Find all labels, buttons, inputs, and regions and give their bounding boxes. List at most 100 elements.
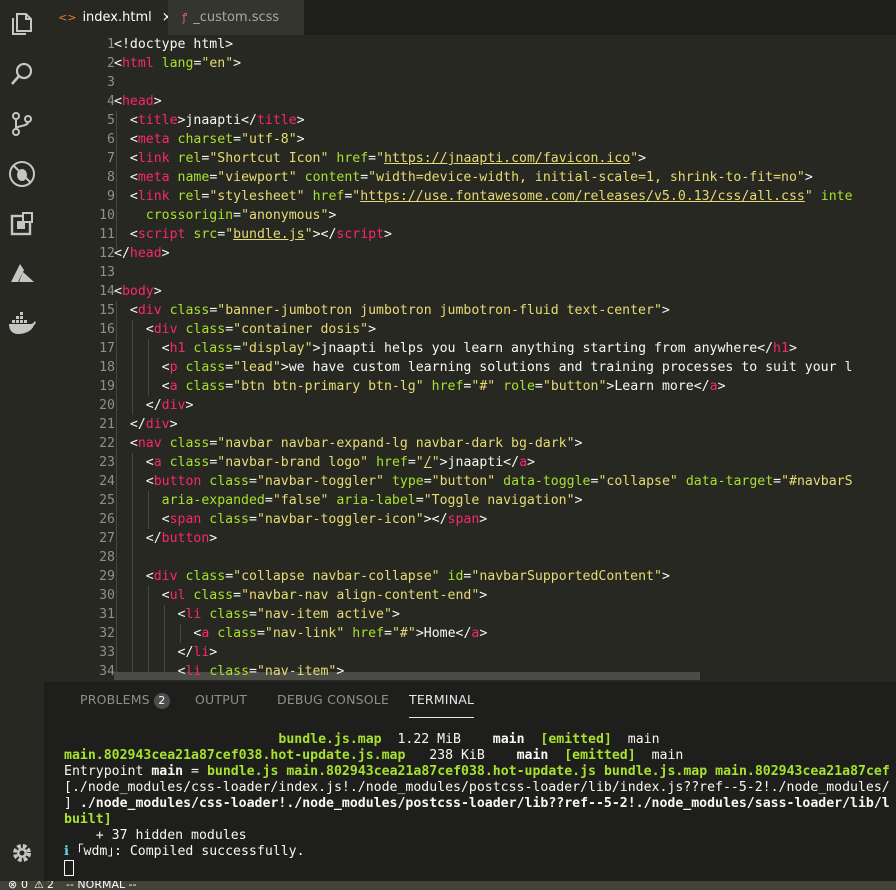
code-line[interactable]: 14 <body> — [44, 282, 896, 301]
code-line[interactable]: 24 <button class="navbar-toggler" type="… — [44, 472, 896, 491]
tab-terminal[interactable]: TERMINAL — [409, 692, 475, 718]
code-text: aria-expanded="false" aria-label="Toggle… — [161, 493, 583, 508]
line-number: 23 — [99, 455, 115, 470]
code-text: <link rel="Shortcut Icon" href="https://… — [114, 151, 647, 166]
code-line[interactable]: 21 </div> — [44, 415, 896, 434]
code-line[interactable]: 22 <nav class="navbar navbar-expand-lg n… — [44, 434, 896, 453]
code-editor[interactable]: 1 <!doctype html> 2 <html lang="en"> 3 4 <head… — [44, 35, 896, 682]
line-number: 27 — [99, 531, 115, 546]
line-number: 16 — [99, 322, 115, 337]
code-line[interactable]: 1 <!doctype html> — [44, 35, 896, 54]
tab-custom-scss[interactable]: ꝭ _custom.scss — [168, 0, 304, 35]
line-number: 8 — [107, 170, 115, 185]
code-text: <h1 class="display">jnaapti helps you le… — [114, 341, 797, 356]
code-line[interactable]: 6 <meta charset="utf-8"> — [44, 130, 896, 149]
line-number: 14 — [99, 284, 115, 299]
line-number: 7 — [107, 151, 115, 166]
code-line[interactable]: 17 <h1 class="display">jnaapti helps you… — [44, 339, 896, 358]
code-line[interactable]: 2 <html lang="en"> — [44, 54, 896, 73]
line-number: 32 — [99, 626, 115, 641]
code-text: <ul class="navbar-nav align-content-end"… — [114, 588, 488, 603]
line-number: 33 — [99, 645, 115, 660]
error-icon[interactable]: ⊗ — [8, 881, 17, 890]
code-text: <link rel="stylesheet" href="https://use… — [114, 189, 853, 204]
code-text: <div class="banner-jumbotron jumbotron j… — [114, 303, 670, 318]
code-line[interactable]: 32 <a class="nav-link" href="#">Home</a> — [44, 624, 896, 643]
line-number: 12 — [99, 246, 115, 261]
status-bar: ⊗ 0 ⚠ 2 -- NORMAL -- — [0, 881, 896, 890]
terminal-output[interactable]: bundle.js.map 1.22 MiB main [emitted] ma… — [64, 732, 890, 876]
tab-output[interactable]: OUTPUT — [195, 692, 247, 707]
code-line[interactable]: 9 <link rel="stylesheet" href="https://u… — [44, 187, 896, 206]
files-icon[interactable] — [7, 9, 37, 39]
tab-debug-console[interactable]: DEBUG CONSOLE — [277, 692, 389, 707]
line-number: 10 — [99, 208, 115, 223]
code-line[interactable]: 18 <p class="lead">we have custom learni… — [44, 358, 896, 377]
code-text: <body> — [114, 284, 162, 299]
code-text: <a class="nav-link" href="#">Home</a> — [114, 626, 488, 641]
code-line[interactable]: 5 <title>jnaapti</title> — [44, 111, 896, 130]
code-line[interactable]: 20 </div> — [44, 396, 896, 415]
code-line[interactable]: 4 <head> — [44, 92, 896, 111]
debug-icon[interactable] — [7, 159, 37, 189]
extensions-icon[interactable] — [7, 209, 37, 239]
line-number: 3 — [107, 75, 115, 90]
code-line[interactable]: 19 <a class="btn btn-primary btn-lg" hre… — [44, 377, 896, 396]
code-line[interactable]: 16 <div class="container dosis"> — [44, 320, 896, 339]
code-text: <li class="nav-item"> — [114, 664, 345, 679]
code-line[interactable]: 13 — [44, 263, 896, 282]
code-line[interactable]: 15 <div class="banner-jumbotron jumbotro… — [44, 301, 896, 320]
code-line[interactable]: 34 <li class="nav-item"> — [44, 662, 896, 681]
code-text: <meta name="viewport" content="width=dev… — [114, 170, 813, 185]
code-line[interactable]: 29 <div class="collapse navbar-collapse"… — [44, 567, 896, 586]
line-number: 5 — [107, 113, 115, 128]
docker-icon[interactable] — [7, 309, 37, 339]
code-line[interactable]: 33 </li> — [44, 643, 896, 662]
code-line[interactable]: 23 <a class="navbar-brand logo" href="/"… — [44, 453, 896, 472]
code-line[interactable]: 3 — [44, 73, 896, 92]
line-number: 24 — [99, 474, 115, 489]
code-line[interactable]: 31 <li class="nav-item active"> — [44, 605, 896, 624]
code-line[interactable]: 12 </head> — [44, 244, 896, 263]
code-text: <a class="btn btn-primary btn-lg" href="… — [114, 379, 726, 394]
code-line[interactable]: 27 </button> — [44, 529, 896, 548]
terminal-line: + 37 hidden modules — [64, 828, 247, 843]
code-line[interactable]: 8 <meta name="viewport" content="width=d… — [44, 168, 896, 187]
code-line[interactable]: 26 <span class="navbar-toggler-icon"></s… — [44, 510, 896, 529]
code-text: <button class="navbar-toggler" type="but… — [114, 474, 853, 489]
terminal-line: ] ./node_modules/css-loader!./node_modul… — [64, 796, 890, 811]
source-control-icon[interactable] — [7, 109, 37, 139]
terminal-line: [./node_modules/css-loader/index.js!./no… — [64, 780, 890, 795]
code-text: </head> — [114, 246, 170, 261]
terminal-line: Entrypoint main = bundle.js main.802943c… — [64, 764, 890, 779]
code-text: <nav class="navbar navbar-expand-lg navb… — [114, 436, 583, 451]
line-number: 13 — [99, 265, 115, 280]
line-number: 1 — [107, 37, 115, 52]
problems-count-badge: 2 — [153, 693, 170, 709]
code-text: <li class="nav-item active"> — [114, 607, 400, 622]
line-number: 22 — [99, 436, 115, 451]
code-line[interactable]: 7 <link rel="Shortcut Icon" href="https:… — [44, 149, 896, 168]
tab-problems[interactable]: PROBLEMS 2 — [80, 692, 170, 709]
terminal-line: ℹ ｢wdm｣: Compiled successfully. — [64, 844, 305, 859]
line-number: 19 — [99, 379, 115, 394]
azure-icon[interactable] — [7, 259, 37, 289]
code-line[interactable]: 25 aria-expanded="false" aria-label="Tog… — [44, 491, 896, 510]
code-text: crossorigin="anonymous"> — [145, 208, 337, 223]
terminal-line: main.802943cea21a87cef038.hot-update.js.… — [64, 748, 684, 763]
terminal-line: bundle.js.map 1.22 MiB main [emitted] ma… — [278, 732, 660, 747]
line-number: 30 — [99, 588, 115, 603]
code-text: <head> — [114, 94, 162, 109]
tab-index-html[interactable]: <> index.html × — [44, 0, 173, 35]
warning-icon[interactable]: ⚠ — [34, 881, 44, 890]
code-text: </li> — [114, 645, 218, 660]
settings-gear-icon[interactable] — [7, 838, 37, 868]
code-line[interactable]: 10 crossorigin="anonymous"> — [44, 206, 896, 225]
terminal-line — [64, 860, 890, 876]
search-icon[interactable] — [7, 59, 37, 89]
terminal-line: built] — [64, 812, 112, 827]
line-number: 9 — [107, 189, 115, 204]
code-line[interactable]: 11 <script src="bundle.js"></script> — [44, 225, 896, 244]
code-line[interactable]: 28 — [44, 548, 896, 567]
code-line[interactable]: 30 <ul class="navbar-nav align-content-e… — [44, 586, 896, 605]
